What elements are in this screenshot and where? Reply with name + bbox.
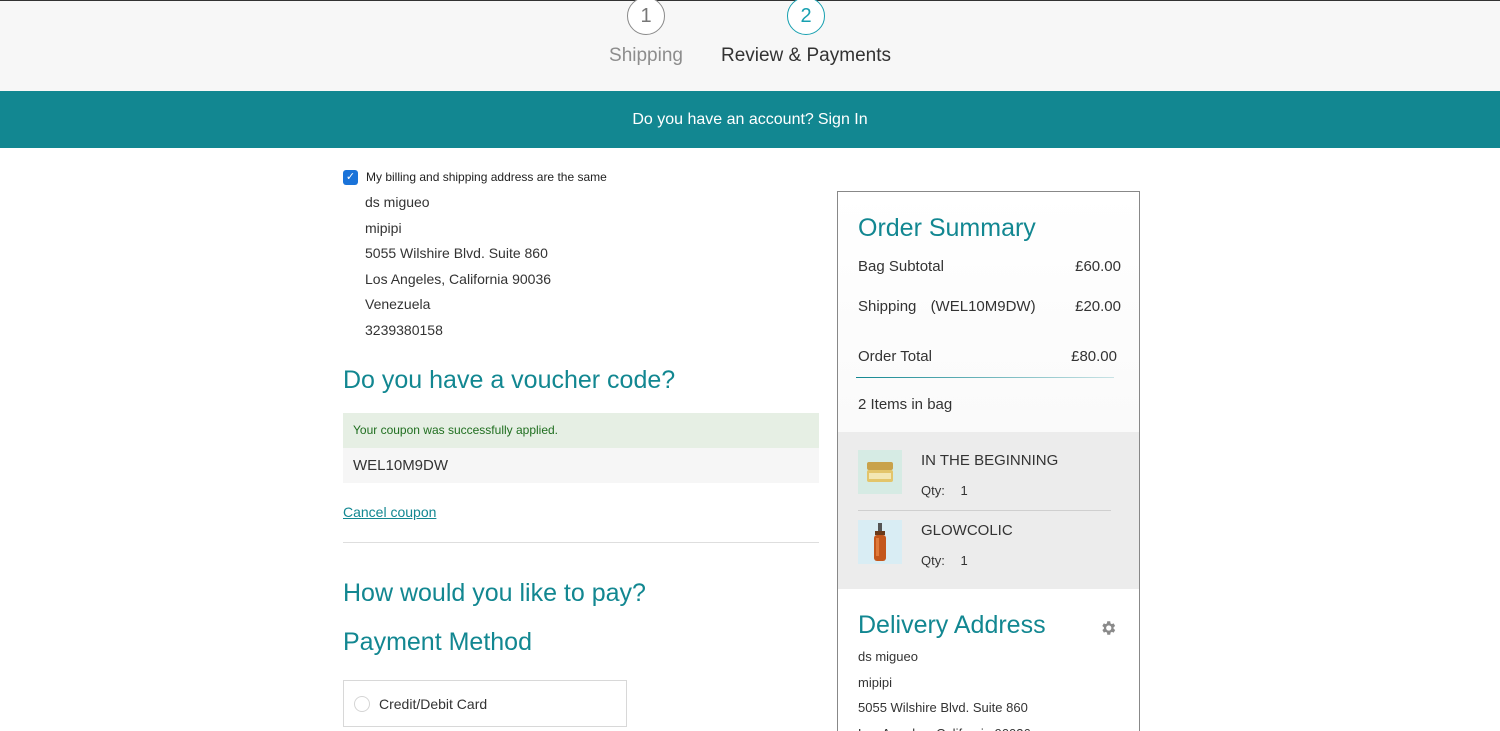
order-summary-title: Order Summary <box>858 214 1036 242</box>
items-count[interactable]: 2 Items in bag <box>858 396 952 413</box>
account-question: Do you have an account? <box>632 110 814 128</box>
step-review-payments: 2 Review & Payments <box>716 0 896 67</box>
billing-city: Los Angeles, California 90036 <box>365 270 552 287</box>
bag-items: IN THE BEGINNING Qty: 1 GLOWCOLIC Qty: 1 <box>838 432 1139 589</box>
step-number-1: 1 <box>627 0 665 35</box>
step-label-review-payments: Review & Payments <box>720 45 891 66</box>
item-divider <box>858 510 1111 511</box>
sign-in-link[interactable]: Sign In <box>818 111 868 129</box>
payment-title: How would you like to pay? <box>343 579 646 607</box>
step-shipping[interactable]: 1 Shipping <box>596 0 696 67</box>
billing-section: ✓ My billing and shipping address are th… <box>343 168 819 343</box>
card-radio[interactable] <box>354 695 370 712</box>
shipping-value: £20.00 <box>1075 298 1121 315</box>
billing-phone: 3239380158 <box>365 321 443 338</box>
qty-label: Qty: <box>921 483 945 498</box>
qty-label: Qty: <box>921 553 945 568</box>
payment-option-card[interactable]: Credit/Debit Card <box>343 680 627 727</box>
total-label: Order Total <box>858 348 932 365</box>
divider <box>343 542 819 543</box>
delivery-street: 5055 Wilshire Blvd. Suite 860 <box>858 700 1028 715</box>
coupon-success-message: Your coupon was successfully applied. <box>343 413 819 448</box>
same-address-label[interactable]: My billing and shipping address are the … <box>366 170 607 184</box>
total-row: Order Total £80.00 <box>858 348 1117 365</box>
step-number-2: 2 <box>787 0 825 35</box>
qty-value: 1 <box>960 553 968 568</box>
cancel-coupon-link[interactable]: Cancel coupon <box>343 504 436 520</box>
billing-country: Venezuela <box>365 296 431 312</box>
card-option-label[interactable]: Credit/Debit Card <box>379 696 487 712</box>
delivery-name: ds migueo <box>858 649 918 664</box>
billing-address: ds migueo mipipi 5055 Wilshire Blvd. Sui… <box>365 190 819 343</box>
delivery-line-2: mipipi <box>858 674 892 690</box>
payment-method-title: Payment Method <box>343 628 532 656</box>
same-address-checkbox[interactable]: ✓ <box>343 169 358 185</box>
billing-line-2: mipipi <box>365 219 402 236</box>
item-name: IN THE BEGINNING <box>921 452 1059 469</box>
checkout-progress: 1 Shipping 2 Review & Payments <box>0 0 1500 91</box>
subtotal-label: Bag Subtotal <box>858 258 944 275</box>
billing-street: 5055 Wilshire Blvd. Suite 860 <box>365 245 548 261</box>
qty-value: 1 <box>960 483 968 498</box>
step-label-shipping: Shipping <box>609 45 683 66</box>
voucher-title: Do you have a voucher code? <box>343 366 676 394</box>
coupon-box: Your coupon was successfully applied. WE… <box>343 413 819 483</box>
delivery-address: ds migueo mipipi 5055 Wilshire Blvd. Sui… <box>858 644 1031 731</box>
gear-icon[interactable] <box>1099 619 1117 637</box>
delivery-city: Los Angeles, California 90036 <box>858 721 1031 731</box>
total-value: £80.00 <box>1071 348 1117 365</box>
item-qty: Qty: 1 <box>921 483 968 498</box>
shipping-label: Shipping <box>858 298 917 315</box>
item-name: GLOWCOLIC <box>921 522 1013 539</box>
shipping-row: Shipping (WEL10M9DW) £20.00 <box>858 298 1121 315</box>
billing-name: ds migueo <box>365 194 430 210</box>
total-underline <box>856 377 1114 378</box>
item-qty: Qty: 1 <box>921 553 968 568</box>
coupon-code-field[interactable]: WEL10M9DW <box>343 448 819 483</box>
product-thumbnail <box>858 450 902 494</box>
subtotal-row: Bag Subtotal £60.00 <box>858 258 1121 275</box>
order-summary-panel: Order Summary Bag Subtotal £60.00 Shippi… <box>837 191 1140 731</box>
subtotal-value: £60.00 <box>1075 258 1121 275</box>
account-banner: Do you have an account? Sign In <box>0 91 1500 148</box>
product-thumbnail <box>858 520 902 564</box>
delivery-address-title: Delivery Address <box>858 611 1046 639</box>
shipping-code: (WEL10M9DW) <box>930 298 1036 315</box>
